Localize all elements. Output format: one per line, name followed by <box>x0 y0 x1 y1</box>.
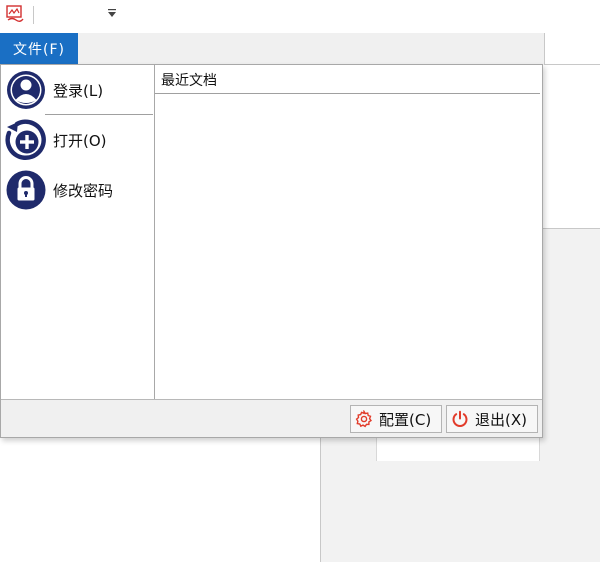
recent-documents-divider <box>155 93 540 94</box>
change-password-label: 修改密码 <box>53 181 114 200</box>
command-divider <box>45 114 153 115</box>
open-command[interactable]: 打开(O) <box>5 117 153 163</box>
backstage-footer: 配置(C) 退出(X) <box>1 399 542 437</box>
app-logo-icon[interactable] <box>5 4 25 24</box>
login-command[interactable]: 登录(L) <box>5 67 153 113</box>
recent-documents-title: 最近文档 <box>161 73 217 89</box>
file-backstage-panel: 登录(L) 打开(O) 修改密码 最近文档 配置(C) 退出(X) <box>0 64 543 438</box>
menu-bar: 文件(F) <box>0 33 545 65</box>
background-window-edge <box>545 64 600 65</box>
file-menu-tab[interactable]: 文件(F) <box>0 33 78 65</box>
gear-icon <box>355 410 372 428</box>
change-password-command[interactable]: 修改密码 <box>5 167 153 213</box>
exit-label: 退出(X) <box>475 410 527 429</box>
add-circle-icon <box>5 119 46 161</box>
open-label: 打开(O) <box>53 131 107 150</box>
power-icon <box>452 410 468 427</box>
command-pane: 登录(L) 打开(O) 修改密码 <box>1 65 155 399</box>
recent-documents-pane: 最近文档 <box>155 65 542 399</box>
exit-button[interactable]: 退出(X) <box>446 405 538 433</box>
customize-toolbar-dropdown-icon[interactable] <box>106 6 118 20</box>
config-button[interactable]: 配置(C) <box>350 405 442 433</box>
toolbar-separator <box>33 6 34 24</box>
lock-icon <box>6 170 46 210</box>
config-label: 配置(C) <box>379 410 432 429</box>
quick-access-toolbar <box>0 0 160 30</box>
user-avatar-icon <box>7 71 45 109</box>
login-label: 登录(L) <box>53 81 104 100</box>
